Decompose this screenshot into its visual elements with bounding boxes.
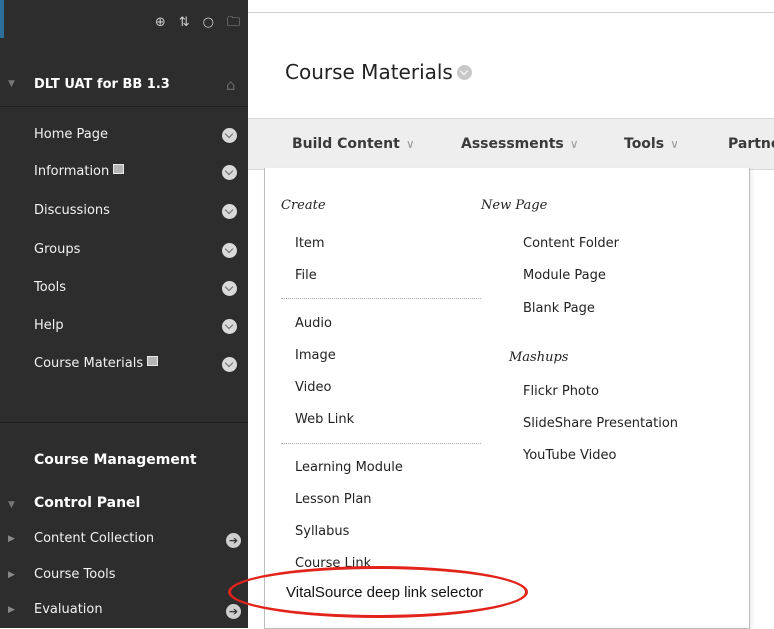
menu-item-syllabus[interactable]: Syllabus bbox=[295, 524, 349, 539]
sidebar-item-content-collection[interactable]: ▶ Content Collection ➔ bbox=[0, 524, 248, 558]
sidebar-item-label: Information bbox=[34, 164, 125, 179]
sidebar-item-label: Help bbox=[34, 318, 64, 333]
partner-menu-button[interactable]: Partne bbox=[728, 136, 774, 152]
sidebar-item-label: Home Page bbox=[34, 127, 108, 142]
sidebar-item-text: Information bbox=[34, 164, 110, 179]
chevron-down-icon[interactable] bbox=[456, 65, 472, 80]
menu-separator bbox=[281, 443, 481, 444]
mashups-heading: Mashups bbox=[509, 350, 569, 365]
menu-item-file[interactable]: File bbox=[295, 268, 317, 283]
chevron-down-icon: ∨ bbox=[569, 137, 579, 151]
build-content-dropdown: Create Item File Audio Image Video Web L… bbox=[264, 168, 750, 629]
action-label: Tools bbox=[624, 136, 665, 152]
chevron-down-icon[interactable] bbox=[222, 243, 237, 258]
page-title-text: Course Materials bbox=[285, 60, 453, 84]
menu-separator bbox=[281, 298, 481, 299]
control-panel-heading[interactable]: Control Panel bbox=[34, 495, 140, 511]
page-title: Course Materials bbox=[285, 60, 472, 84]
refresh-icon[interactable]: ○ bbox=[203, 16, 214, 30]
menu-item-slideshare-presentation[interactable]: SlideShare Presentation bbox=[523, 416, 678, 431]
chevron-down-icon: ∨ bbox=[670, 137, 679, 151]
divider bbox=[0, 422, 248, 423]
folder-icon[interactable]: 🗀 bbox=[227, 16, 240, 30]
hidden-content-icon bbox=[147, 356, 159, 366]
menu-item-image[interactable]: Image bbox=[295, 348, 336, 363]
create-heading: Create bbox=[281, 198, 326, 213]
menu-item-lesson-plan[interactable]: Lesson Plan bbox=[295, 492, 372, 507]
sidebar-item-course-materials[interactable]: Course Materials bbox=[0, 349, 248, 383]
course-header[interactable]: ▼ DLT UAT for BB 1.3 ⌂ bbox=[0, 64, 248, 106]
home-icon[interactable]: ⌂ bbox=[226, 76, 236, 94]
chevron-down-icon: ∨ bbox=[405, 137, 415, 151]
sidebar-item-label: Content Collection bbox=[34, 531, 155, 546]
menu-item-module-page[interactable]: Module Page bbox=[523, 268, 606, 283]
build-content-menu-button[interactable]: Build Content ∨ bbox=[292, 136, 415, 152]
hidden-content-icon bbox=[113, 164, 125, 174]
highlight-annotation-ellipse bbox=[228, 566, 528, 618]
sidebar-item-home-page[interactable]: Home Page bbox=[0, 120, 248, 154]
action-label: Assessments bbox=[461, 136, 564, 152]
sidebar-item-text: Course Materials bbox=[34, 356, 144, 371]
course-management-heading: Course Management bbox=[34, 452, 197, 468]
chevron-down-icon[interactable] bbox=[222, 357, 237, 372]
sidebar-item-label: Course Materials bbox=[34, 356, 159, 371]
plus-circle-icon[interactable]: ⊕ bbox=[155, 16, 166, 30]
sidebar-item-label: Groups bbox=[34, 242, 81, 257]
sidebar-item-label: Tools bbox=[34, 280, 67, 295]
sidebar-item-label: Evaluation bbox=[34, 602, 103, 617]
sidebar-toolbar: ⊕ ⇅ ○ 🗀 bbox=[155, 16, 240, 30]
sidebar-item-label: Course Tools bbox=[34, 567, 116, 582]
sidebar-item-label: Discussions bbox=[34, 203, 110, 218]
chevron-down-icon[interactable] bbox=[222, 128, 237, 143]
sidebar-item-course-tools[interactable]: ▶ Course Tools bbox=[0, 560, 248, 594]
expand-triangle-icon[interactable]: ▶ bbox=[8, 534, 15, 544]
chevron-down-icon[interactable] bbox=[222, 281, 237, 296]
collapse-triangle-icon[interactable]: ▼ bbox=[8, 79, 15, 89]
arrow-right-icon[interactable]: ➔ bbox=[226, 604, 241, 619]
menu-item-youtube-video[interactable]: YouTube Video bbox=[523, 448, 616, 463]
menu-item-flickr-photo[interactable]: Flickr Photo bbox=[523, 384, 599, 399]
tools-menu-button[interactable]: Tools ∨ bbox=[624, 136, 679, 152]
menu-item-learning-module[interactable]: Learning Module bbox=[295, 460, 403, 475]
divider bbox=[0, 106, 248, 107]
arrow-right-icon[interactable]: ➔ bbox=[226, 533, 241, 548]
top-border bbox=[248, 12, 774, 13]
sidebar-item-tools[interactable]: Tools bbox=[0, 273, 248, 307]
course-title: DLT UAT for BB 1.3 bbox=[34, 77, 170, 92]
course-sidebar: ⊕ ⇅ ○ 🗀 ▼ DLT UAT for BB 1.3 ⌂ Home Page… bbox=[0, 0, 248, 628]
action-label: Partne bbox=[728, 136, 774, 152]
action-label: Build Content bbox=[292, 136, 400, 152]
sort-icon[interactable]: ⇅ bbox=[179, 16, 190, 30]
menu-item-item[interactable]: Item bbox=[295, 236, 325, 251]
expand-triangle-icon[interactable]: ▶ bbox=[8, 605, 15, 615]
sidebar-item-information[interactable]: Information bbox=[0, 157, 248, 191]
sidebar-accent-bar bbox=[0, 0, 4, 38]
menu-item-video[interactable]: Video bbox=[295, 380, 331, 395]
assessments-menu-button[interactable]: Assessments ∨ bbox=[461, 136, 579, 152]
action-bar: Build Content ∨ Assessments ∨ Tools ∨ Partn… bbox=[248, 118, 774, 170]
menu-item-web-link[interactable]: Web Link bbox=[295, 412, 354, 427]
chevron-down-icon[interactable] bbox=[222, 319, 237, 334]
chevron-down-icon[interactable] bbox=[222, 204, 237, 219]
sidebar-item-help[interactable]: Help bbox=[0, 311, 248, 345]
expand-triangle-icon[interactable]: ▶ bbox=[8, 570, 15, 580]
sidebar-item-evaluation[interactable]: ▶ Evaluation ➔ bbox=[0, 595, 248, 629]
sidebar-item-discussions[interactable]: Discussions bbox=[0, 196, 248, 230]
new-page-heading: New Page bbox=[481, 198, 548, 213]
menu-item-audio[interactable]: Audio bbox=[295, 316, 332, 331]
chevron-down-icon[interactable] bbox=[222, 165, 237, 180]
collapse-triangle-icon[interactable]: ▼ bbox=[8, 500, 15, 510]
menu-item-content-folder[interactable]: Content Folder bbox=[523, 236, 619, 251]
menu-item-blank-page[interactable]: Blank Page bbox=[523, 301, 595, 316]
sidebar-item-groups[interactable]: Groups bbox=[0, 235, 248, 269]
